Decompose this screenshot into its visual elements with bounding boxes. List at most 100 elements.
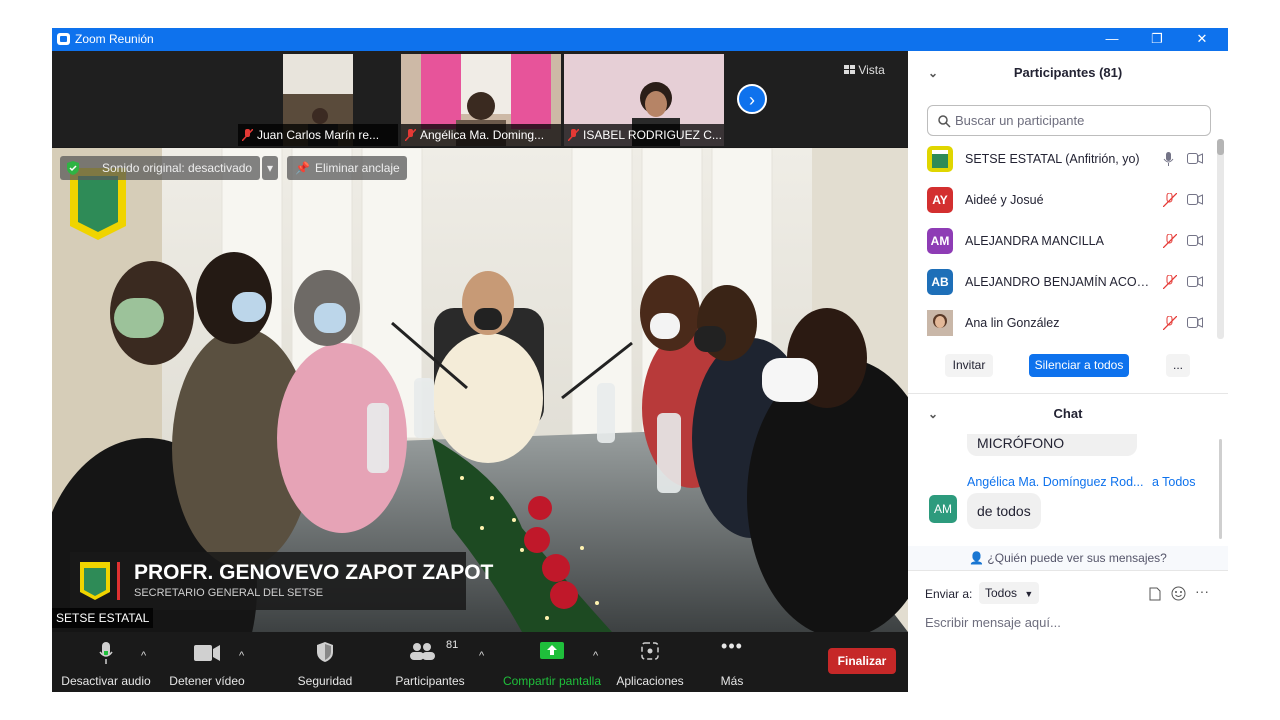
chat-previous-message: MICRÓFONO [967,434,1137,456]
mic-muted-icon[interactable] [1163,316,1177,330]
video-camera-icon [194,645,220,661]
apps-button[interactable]: Aplicaciones [612,632,688,692]
who-can-see-messages[interactable]: 👤 ¿Quién puede ver sus mensajes? [908,546,1228,570]
stop-video-button[interactable]: Detener vídeo [162,632,252,692]
participant-row[interactable]: Ana lin González [908,303,1218,344]
speaker-name-tag: SETSE ESTATAL [52,608,154,628]
close-button[interactable]: ✕ [1185,29,1219,49]
participant-thumbnail[interactable]: ISABEL RODRIGUEZ C... [564,54,724,146]
share-screen-button[interactable]: Compartir pantalla [498,632,606,692]
chevron-down-icon: ▼ [1024,589,1034,599]
restore-button[interactable]: ❐ [1140,29,1174,49]
video-camera-icon[interactable] [1187,153,1203,164]
video-options-caret[interactable]: ^ [239,650,244,662]
file-icon[interactable] [1149,587,1161,601]
shield-icon [317,642,333,662]
end-meeting-button[interactable]: Finalizar [828,648,896,674]
stop-video-label: Detener vídeo [169,674,245,688]
mute-all-button[interactable]: Silenciar a todos [1029,354,1129,377]
collapse-chevron-icon[interactable]: ⌄ [928,51,938,95]
who-can-see-label: ¿Quién puede ver sus mensajes? [987,551,1167,565]
participant-name: ALEJANDRO BENJAMÍN ACOSTA [965,275,1157,289]
shield-check-icon [67,161,79,175]
chat-recipient[interactable]: a Todos [1152,475,1196,489]
search-placeholder: Buscar un participante [955,113,1085,128]
participants-icon [410,643,435,660]
mic-muted-icon[interactable] [1163,193,1177,207]
more-button[interactable]: ••• Más [712,632,752,692]
participant-thumbnail[interactable]: Angélica Ma. Doming... [401,54,561,146]
mute-audio-button[interactable]: Desactivar audio [58,632,154,692]
minimize-button[interactable]: — [1095,29,1129,49]
mic-muted-icon [241,126,254,142]
composer-divider [908,570,1228,571]
apps-icon [641,642,659,660]
participants-count: 81 [446,639,459,651]
grid-view-icon [844,65,855,74]
lower-third-banner: PROFR. GENOVEVO ZAPOT ZAPOT SECRETARIO G… [70,552,493,610]
security-button[interactable]: Seguridad [288,632,362,692]
thumbnail-strip: Juan Carlos Marín re... Angélica Ma. Dom… [52,51,908,147]
send-to-value: Todos [985,586,1018,600]
chat-message-input[interactable]: Escribir mensaje aquí... [925,615,1061,630]
participant-name: SETSE ESTATAL (Anfitrión, yo) [965,152,1140,166]
original-sound-pill[interactable]: Sonido original: desactivado [60,156,260,180]
chat-message: de todos [967,493,1041,529]
video-camera-icon[interactable] [1187,194,1203,205]
view-button[interactable]: Vista [844,59,900,81]
sound-options-dropdown[interactable]: ▾ [262,156,278,180]
video-camera-icon[interactable] [1187,235,1203,246]
apps-label: Aplicaciones [616,674,684,688]
original-sound-label: Sonido original: desactivado [102,161,253,175]
video-camera-icon[interactable] [1187,276,1203,287]
chat-scrollbar[interactable] [1217,439,1224,539]
invite-button[interactable]: Invitar [945,354,993,377]
participants-scrollbar[interactable] [1217,139,1224,339]
thumbnail-name-text: Angélica Ma. Doming... [420,128,545,142]
chat-more-icon[interactable]: ··· [1195,583,1209,599]
video-camera-icon[interactable] [1187,317,1203,328]
thumbnail-name: Juan Carlos Marín re... [238,124,398,146]
microphone-icon[interactable] [1163,152,1174,166]
unpin-button[interactable]: 📌 Eliminar anclaje [287,156,407,180]
main-speaker-video: Sonido original: desactivado ▾ 📌 Elimina… [52,148,908,632]
speaker-full-name: PROFR. GENOVEVO ZAPOT ZAPOT [134,561,494,584]
participant-search-input[interactable]: Buscar un participante [927,105,1211,136]
thumbnail-name-text: Juan Carlos Marín re... [257,128,380,142]
mic-muted-icon [567,126,580,142]
audio-options-caret[interactable]: ^ [141,650,146,662]
participant-row[interactable]: AB ALEJANDRO BENJAMÍN ACOSTA [908,262,1218,303]
security-label: Seguridad [297,674,353,688]
chat-title: Chat [1053,406,1083,421]
share-screen-label: Compartir pantalla [502,674,602,688]
participant-photo-avatar [927,310,953,336]
participant-avatar: AY [927,187,953,213]
participants-options-caret[interactable]: ^ [479,650,484,662]
chat-sender[interactable]: Angélica Ma. Domínguez Rod... [967,475,1143,489]
mic-muted-icon[interactable] [1163,275,1177,289]
emoji-icon[interactable] [1171,586,1186,601]
more-dots-icon: ••• [721,636,743,656]
more-label: Más [720,674,744,688]
participant-thumbnail[interactable]: Juan Carlos Marín re... [238,54,398,146]
speaker-role: SECRETARIO GENERAL DEL SETSE [134,587,324,599]
send-to-label: Enviar a: [925,587,973,601]
send-to-dropdown[interactable]: Todos ▼ [979,582,1040,604]
chat-message-header: Angélica Ma. Domínguez Rod... a Todos [967,473,1196,491]
participant-row[interactable]: AY Aideé y Josué [908,180,1218,221]
share-options-caret[interactable]: ^ [593,650,598,662]
participants-button[interactable]: 81 Participantes [390,632,470,692]
participants-label: Participantes [395,674,465,688]
pin-icon: 📌 [295,161,310,175]
participant-avatar: AM [927,228,953,254]
participant-row[interactable]: AM ALEJANDRA MANCILLA [908,221,1218,262]
setse-avatar [927,146,953,172]
participants-more-button[interactable]: ... [1166,354,1190,377]
participant-row[interactable]: SETSE ESTATAL (Anfitrión, yo) [908,139,1218,180]
next-page-button[interactable]: › [737,84,767,114]
mic-muted-icon [404,126,417,142]
collapse-chevron-icon[interactable]: ⌄ [928,394,938,434]
mic-muted-icon[interactable] [1163,234,1177,248]
chat-sender-avatar: AM [929,495,957,523]
participant-avatar: AB [927,269,953,295]
